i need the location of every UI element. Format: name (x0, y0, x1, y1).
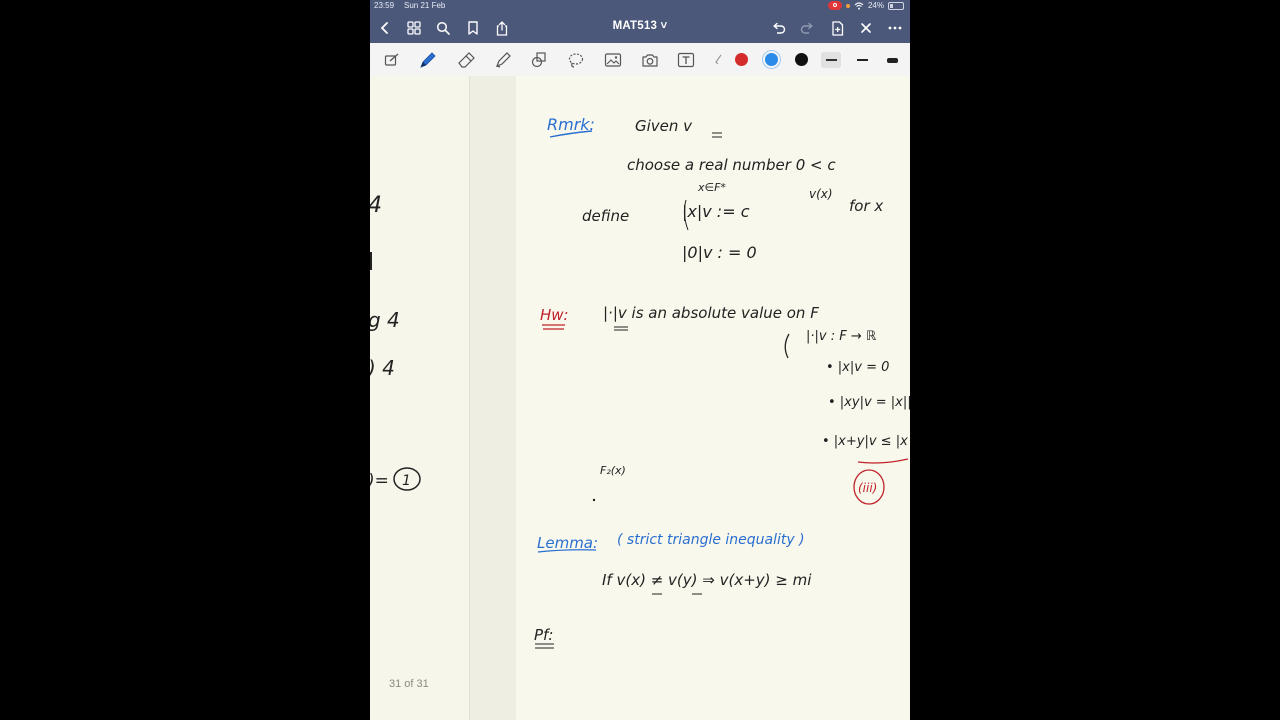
page-gutter (469, 76, 517, 720)
current-page[interactable] (516, 76, 910, 720)
pen-icon[interactable] (418, 50, 438, 70)
ipad-screen: 23:59 Sun 21 Feb 24% MAT513 ˅ 31 of 31 g… (370, 0, 910, 720)
previous-page[interactable] (370, 76, 469, 720)
status-date: Sun 21 Feb (404, 1, 446, 10)
lasso-icon[interactable] (566, 50, 586, 70)
laser-pointer-icon[interactable] (708, 50, 728, 70)
highlighter-icon[interactable] (493, 50, 513, 70)
image-icon[interactable] (603, 50, 623, 70)
camera-icon[interactable] (640, 50, 660, 70)
more-icon[interactable] (885, 18, 905, 38)
microphone-indicator-icon (845, 3, 850, 8)
close-icon[interactable] (856, 18, 876, 38)
status-indicators: 24% (827, 1, 904, 10)
stroke-thick-button[interactable] (882, 52, 902, 68)
battery-percent: 24% (867, 1, 884, 10)
redo-icon[interactable] (797, 18, 817, 38)
stroke-medium-button[interactable] (852, 52, 872, 68)
black-color-swatch[interactable] (795, 53, 808, 66)
add-page-icon[interactable] (827, 18, 847, 38)
blue-color-swatch[interactable] (765, 53, 778, 66)
page-indicator: 31 of 31 (389, 678, 429, 690)
read-only-icon[interactable] (382, 50, 402, 70)
drawing-toolbar (370, 43, 910, 77)
text-box-icon[interactable] (676, 50, 696, 70)
screen-recording-icon (827, 1, 842, 10)
stroke-thin-button[interactable] (821, 52, 841, 68)
status-time: 23:59 (374, 1, 395, 10)
battery-icon (888, 1, 904, 10)
top-bar: 23:59 Sun 21 Feb 24% MAT513 ˅ (370, 0, 910, 43)
eraser-icon[interactable] (456, 50, 476, 70)
wifi-icon (854, 1, 864, 10)
shapes-icon[interactable] (529, 50, 549, 70)
red-color-swatch[interactable] (735, 53, 748, 66)
undo-icon[interactable] (768, 18, 788, 38)
